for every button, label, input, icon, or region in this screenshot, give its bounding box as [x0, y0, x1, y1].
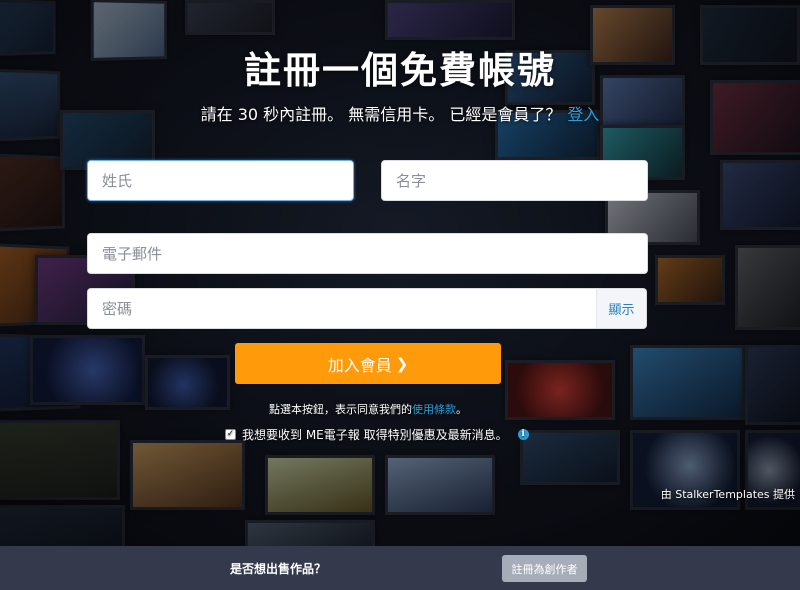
info-icon[interactable]: i — [517, 429, 529, 440]
sell-work-prompt: 是否想出售作品？ — [230, 562, 327, 576]
template-credit: 由 StalkerTemplates 提供 — [660, 488, 795, 501]
login-link[interactable]: 登入 — [567, 105, 599, 124]
terms-notice: 點選本按鈕，表示同意我們的使用條款。 — [0, 401, 736, 417]
page-subtitle: 請在 30 秒內註冊。 無需信用卡。 已經是會員了？ 登入 — [0, 101, 800, 125]
terms-text: 點選本按鈕，表示同意我們的 — [269, 403, 412, 416]
subtitle-text: 請在 30 秒內註冊。 無需信用卡。 已經是會員了？ — [200, 105, 562, 124]
last-name-input[interactable] — [87, 160, 354, 201]
chevron-right-icon: ❯ — [395, 354, 409, 373]
show-password-button[interactable]: 顯示 — [596, 288, 647, 329]
join-button[interactable]: 加入會員 ❯ — [235, 343, 501, 384]
email-input[interactable] — [87, 233, 648, 274]
newsletter-label: 我想要收到 ME電子報 取得特別優惠及最新消息。 — [242, 428, 508, 442]
register-creator-button[interactable]: 註冊為創作者 — [502, 555, 587, 582]
terms-suffix: 。 — [456, 403, 467, 416]
join-button-label: 加入會員 — [327, 355, 392, 375]
first-name-input[interactable] — [381, 160, 648, 201]
terms-link[interactable]: 使用條款 — [412, 403, 456, 416]
footer-bar: 是否想出售作品？ — [0, 546, 800, 590]
page-title: 註冊一個免費帳號 — [244, 48, 556, 92]
newsletter-optin: ✓ 我想要收到 ME電子報 取得特別優惠及最新消息。 i — [225, 426, 529, 443]
newsletter-checkbox[interactable]: ✓ — [225, 429, 236, 440]
checkmark-icon: ✓ — [226, 429, 235, 439]
password-input[interactable] — [87, 288, 597, 329]
